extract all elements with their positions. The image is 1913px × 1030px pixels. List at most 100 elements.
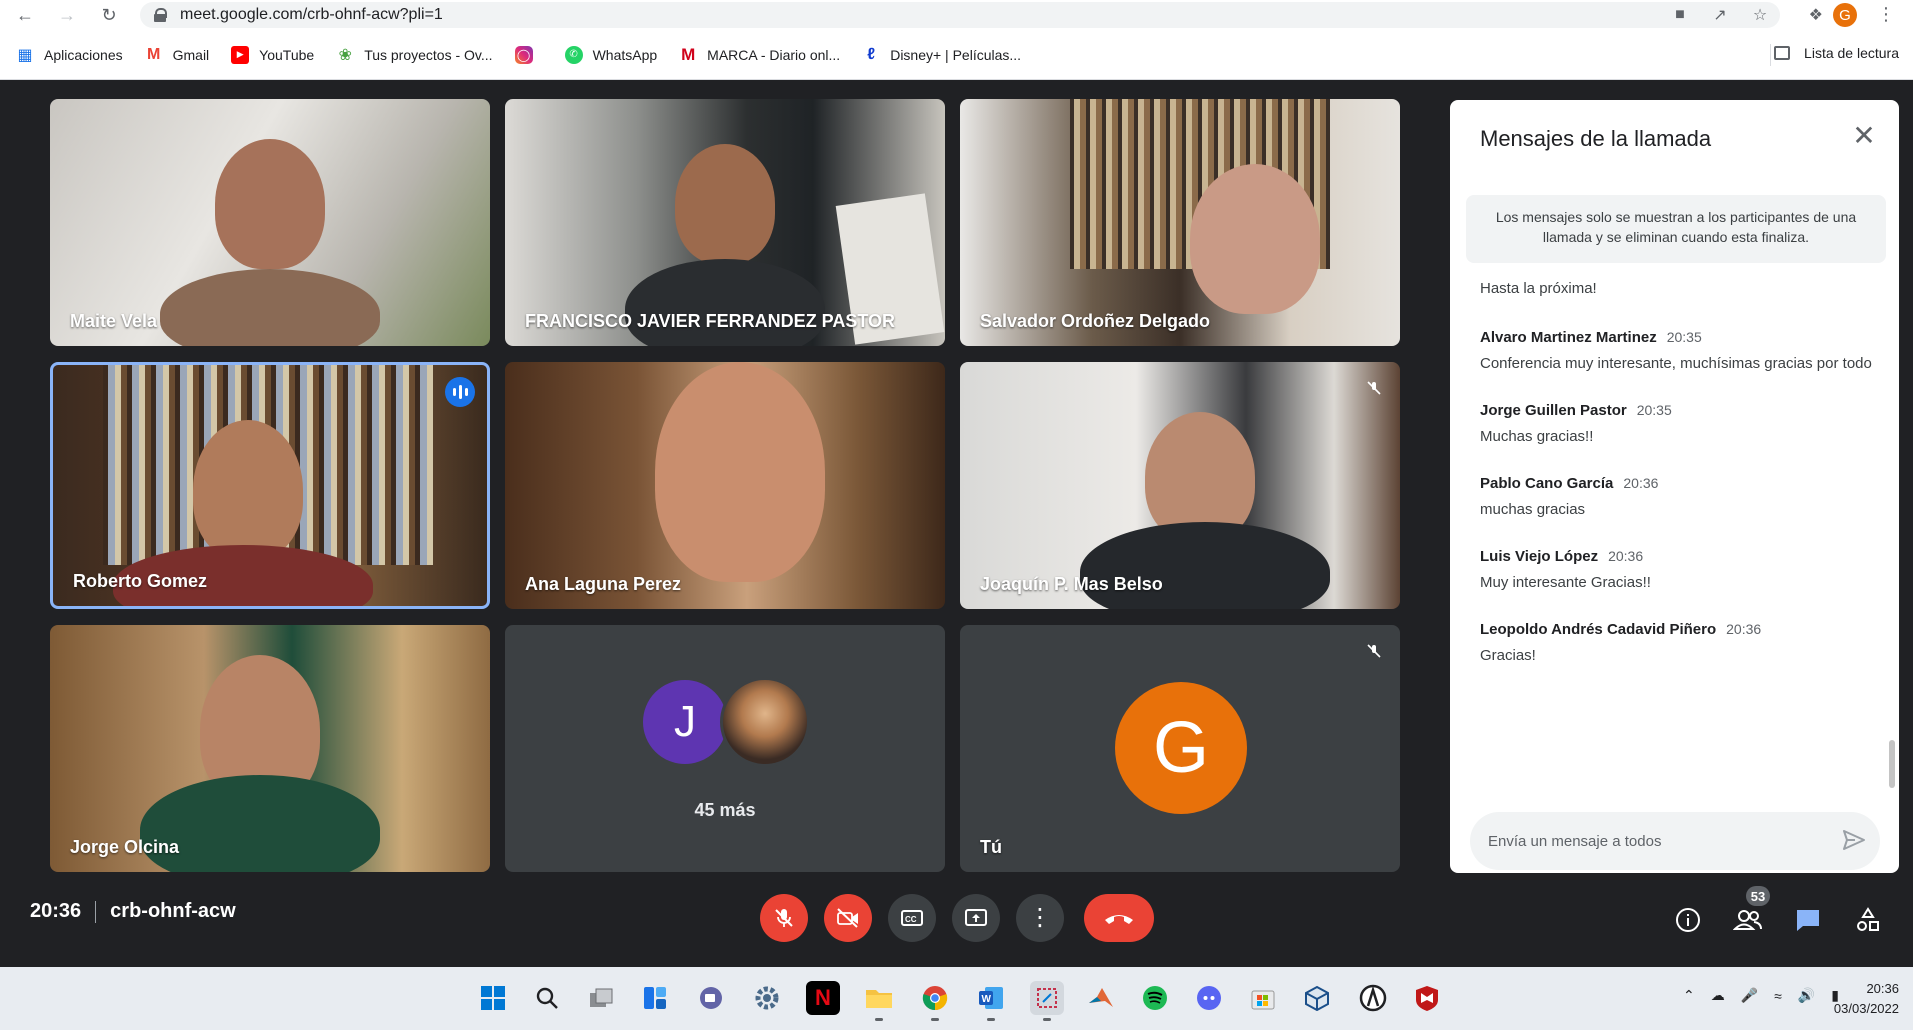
participant-tile-active[interactable]: Roberto Gomez: [50, 362, 490, 609]
meeting-details-button[interactable]: [1668, 900, 1708, 940]
participant-tile[interactable]: FRANCISCO JAVIER FERRANDEZ PASTOR: [505, 99, 945, 346]
mic-off-icon: [1362, 639, 1386, 663]
steam-like-icon[interactable]: [1356, 981, 1390, 1015]
taskbar-time: 20:36: [1866, 981, 1899, 996]
chat-button[interactable]: [1788, 900, 1828, 940]
file-explorer-icon[interactable]: [862, 981, 896, 1021]
camera-icon[interactable]: ■: [1660, 6, 1700, 24]
bookmark-apps[interactable]: ▦ Aplicaciones: [16, 46, 123, 64]
leave-call-button[interactable]: [1084, 894, 1154, 942]
message-author: Alvaro Martinez Martinez: [1480, 329, 1657, 346]
windows-start-icon[interactable]: [476, 981, 510, 1015]
bookmark-label: WhatsApp: [592, 46, 658, 63]
back-icon[interactable]: ←: [10, 0, 40, 30]
browser-toolbar: ← → ↻ meet.google.com/crb-ohnf-acw?pli=1…: [0, 0, 1913, 30]
captions-button[interactable]: CC: [888, 894, 936, 942]
participant-name: FRANCISCO JAVIER FERRANDEZ PASTOR: [525, 311, 896, 331]
netflix-icon[interactable]: N: [806, 981, 840, 1015]
bookmark-marca[interactable]: M MARCA - Diario onl...: [679, 45, 840, 64]
message-time: 20:36: [1726, 621, 1762, 637]
spotify-icon[interactable]: [1138, 981, 1172, 1015]
overleaf-icon: ❀: [338, 46, 352, 64]
chat-message: Luis Viejo López 20:36 Muy interesante Gr…: [1480, 548, 1880, 595]
virtualbox-icon[interactable]: [1300, 981, 1334, 1015]
participant-tile[interactable]: Maite Vela: [50, 99, 490, 346]
bookmark-overleaf[interactable]: ❀ Tus proyectos - Ov...: [336, 46, 492, 64]
mic-toggle-button[interactable]: [760, 894, 808, 942]
meeting-code: crb-ohnf-acw: [110, 900, 236, 922]
close-icon[interactable]: ✕: [1849, 122, 1879, 152]
participant-name: Salvador Ordoñez Delgado: [980, 311, 1211, 331]
reading-list-icon: [1774, 46, 1791, 60]
participant-tile[interactable]: Jorge Olcina: [50, 625, 490, 872]
reload-icon[interactable]: ↻: [94, 0, 124, 30]
more-participants-tile[interactable]: J 45 más: [505, 625, 945, 872]
onedrive-icon[interactable]: ☁: [1711, 987, 1725, 1004]
mcafee-icon[interactable]: [1410, 981, 1444, 1015]
discord-icon[interactable]: [1192, 981, 1226, 1015]
camera-toggle-button[interactable]: [824, 894, 872, 942]
word-icon[interactable]: W: [974, 981, 1008, 1021]
snipping-tool-icon[interactable]: [1030, 981, 1064, 1021]
bookmark-label: Aplicaciones: [44, 46, 123, 63]
activities-button[interactable]: [1848, 900, 1888, 940]
activities-icon: [1857, 907, 1879, 931]
volume-icon[interactable]: 🔊: [1798, 987, 1815, 1004]
wifi-icon[interactable]: ≈: [1774, 988, 1782, 1004]
disney-icon: ℓ: [867, 45, 876, 63]
profile-avatar[interactable]: G: [1833, 3, 1857, 27]
bookmark-gmail[interactable]: M Gmail: [145, 46, 209, 64]
people-icon: [1733, 910, 1762, 930]
message-text: muchas gracias: [1480, 501, 1586, 518]
participant-tile[interactable]: Ana Laguna Perez: [505, 362, 945, 609]
matlab-icon[interactable]: [1084, 981, 1118, 1015]
star-icon[interactable]: ☆: [1740, 5, 1780, 25]
bookmark-instagram[interactable]: ◯: [514, 45, 543, 64]
captions-icon: CC: [901, 910, 923, 926]
bookmarks-bar: ▦ Aplicaciones M Gmail ▶ YouTube ❀ Tus p…: [0, 30, 1913, 80]
participant-avatar-photo: [720, 677, 810, 767]
participant-name: Joaquín P. Mas Belso: [980, 574, 1163, 594]
forward-icon[interactable]: →: [52, 0, 82, 30]
participant-video: [1080, 522, 1330, 609]
system-tray: ⌃ ☁ 🎤 ≈ 🔊 ▮: [1667, 987, 1839, 1004]
bookmark-whatsapp[interactable]: ✆ WhatsApp: [564, 45, 658, 64]
share-icon[interactable]: ↗: [1700, 5, 1740, 25]
teams-chat-icon[interactable]: [694, 981, 728, 1015]
send-icon[interactable]: [1842, 829, 1866, 855]
instagram-icon: ◯: [514, 45, 533, 64]
bookmark-label: Disney+ | Películas...: [890, 46, 1022, 63]
participant-tile[interactable]: Joaquín P. Mas Belso: [960, 362, 1400, 609]
present-screen-button[interactable]: [952, 894, 1000, 942]
participant-video: [160, 269, 380, 346]
chevron-up-icon[interactable]: ⌃: [1683, 987, 1695, 1004]
chat-message-input[interactable]: Envía un mensaje a todos: [1470, 812, 1880, 870]
reading-list-button[interactable]: Lista de lectura: [1774, 45, 1899, 61]
microphone-icon[interactable]: 🎤: [1741, 987, 1758, 1004]
svg-text:W: W: [982, 994, 992, 1005]
search-icon[interactable]: [530, 981, 564, 1015]
taskbar-clock[interactable]: 20:36 03/03/2022: [1834, 979, 1899, 1019]
bookmark-youtube[interactable]: ▶ YouTube: [231, 45, 314, 64]
speaking-indicator-icon: [445, 377, 475, 407]
message-text: Conferencia muy interesante, muchísimas …: [1480, 355, 1872, 372]
self-tile[interactable]: G Tú: [960, 625, 1400, 872]
message-time: 20:36: [1623, 475, 1659, 491]
meeting-time: 20:36: [30, 900, 82, 922]
task-view-icon[interactable]: [584, 981, 618, 1015]
widgets-icon[interactable]: [638, 981, 672, 1015]
participant-tile[interactable]: Salvador Ordoñez Delgado: [960, 99, 1400, 346]
bookmark-disney[interactable]: ℓ Disney+ | Películas...: [862, 46, 1021, 64]
settings-gear-icon[interactable]: [750, 981, 784, 1015]
chat-scrollbar[interactable]: [1889, 740, 1895, 788]
microsoft-store-icon[interactable]: [1246, 981, 1280, 1015]
chrome-icon[interactable]: [918, 981, 952, 1021]
participants-button[interactable]: [1728, 900, 1768, 940]
browser-menu-icon[interactable]: ⋮: [1877, 4, 1895, 25]
address-bar[interactable]: meet.google.com/crb-ohnf-acw?pli=1 ■ ↗ ☆: [140, 2, 1780, 28]
extensions-icon[interactable]: ❖: [1809, 5, 1823, 25]
chat-icon: [1797, 910, 1819, 931]
chat-title: Mensajes de la llamada: [1480, 126, 1712, 151]
more-options-button[interactable]: ⋮: [1016, 894, 1064, 942]
self-avatar: G: [1115, 682, 1247, 814]
